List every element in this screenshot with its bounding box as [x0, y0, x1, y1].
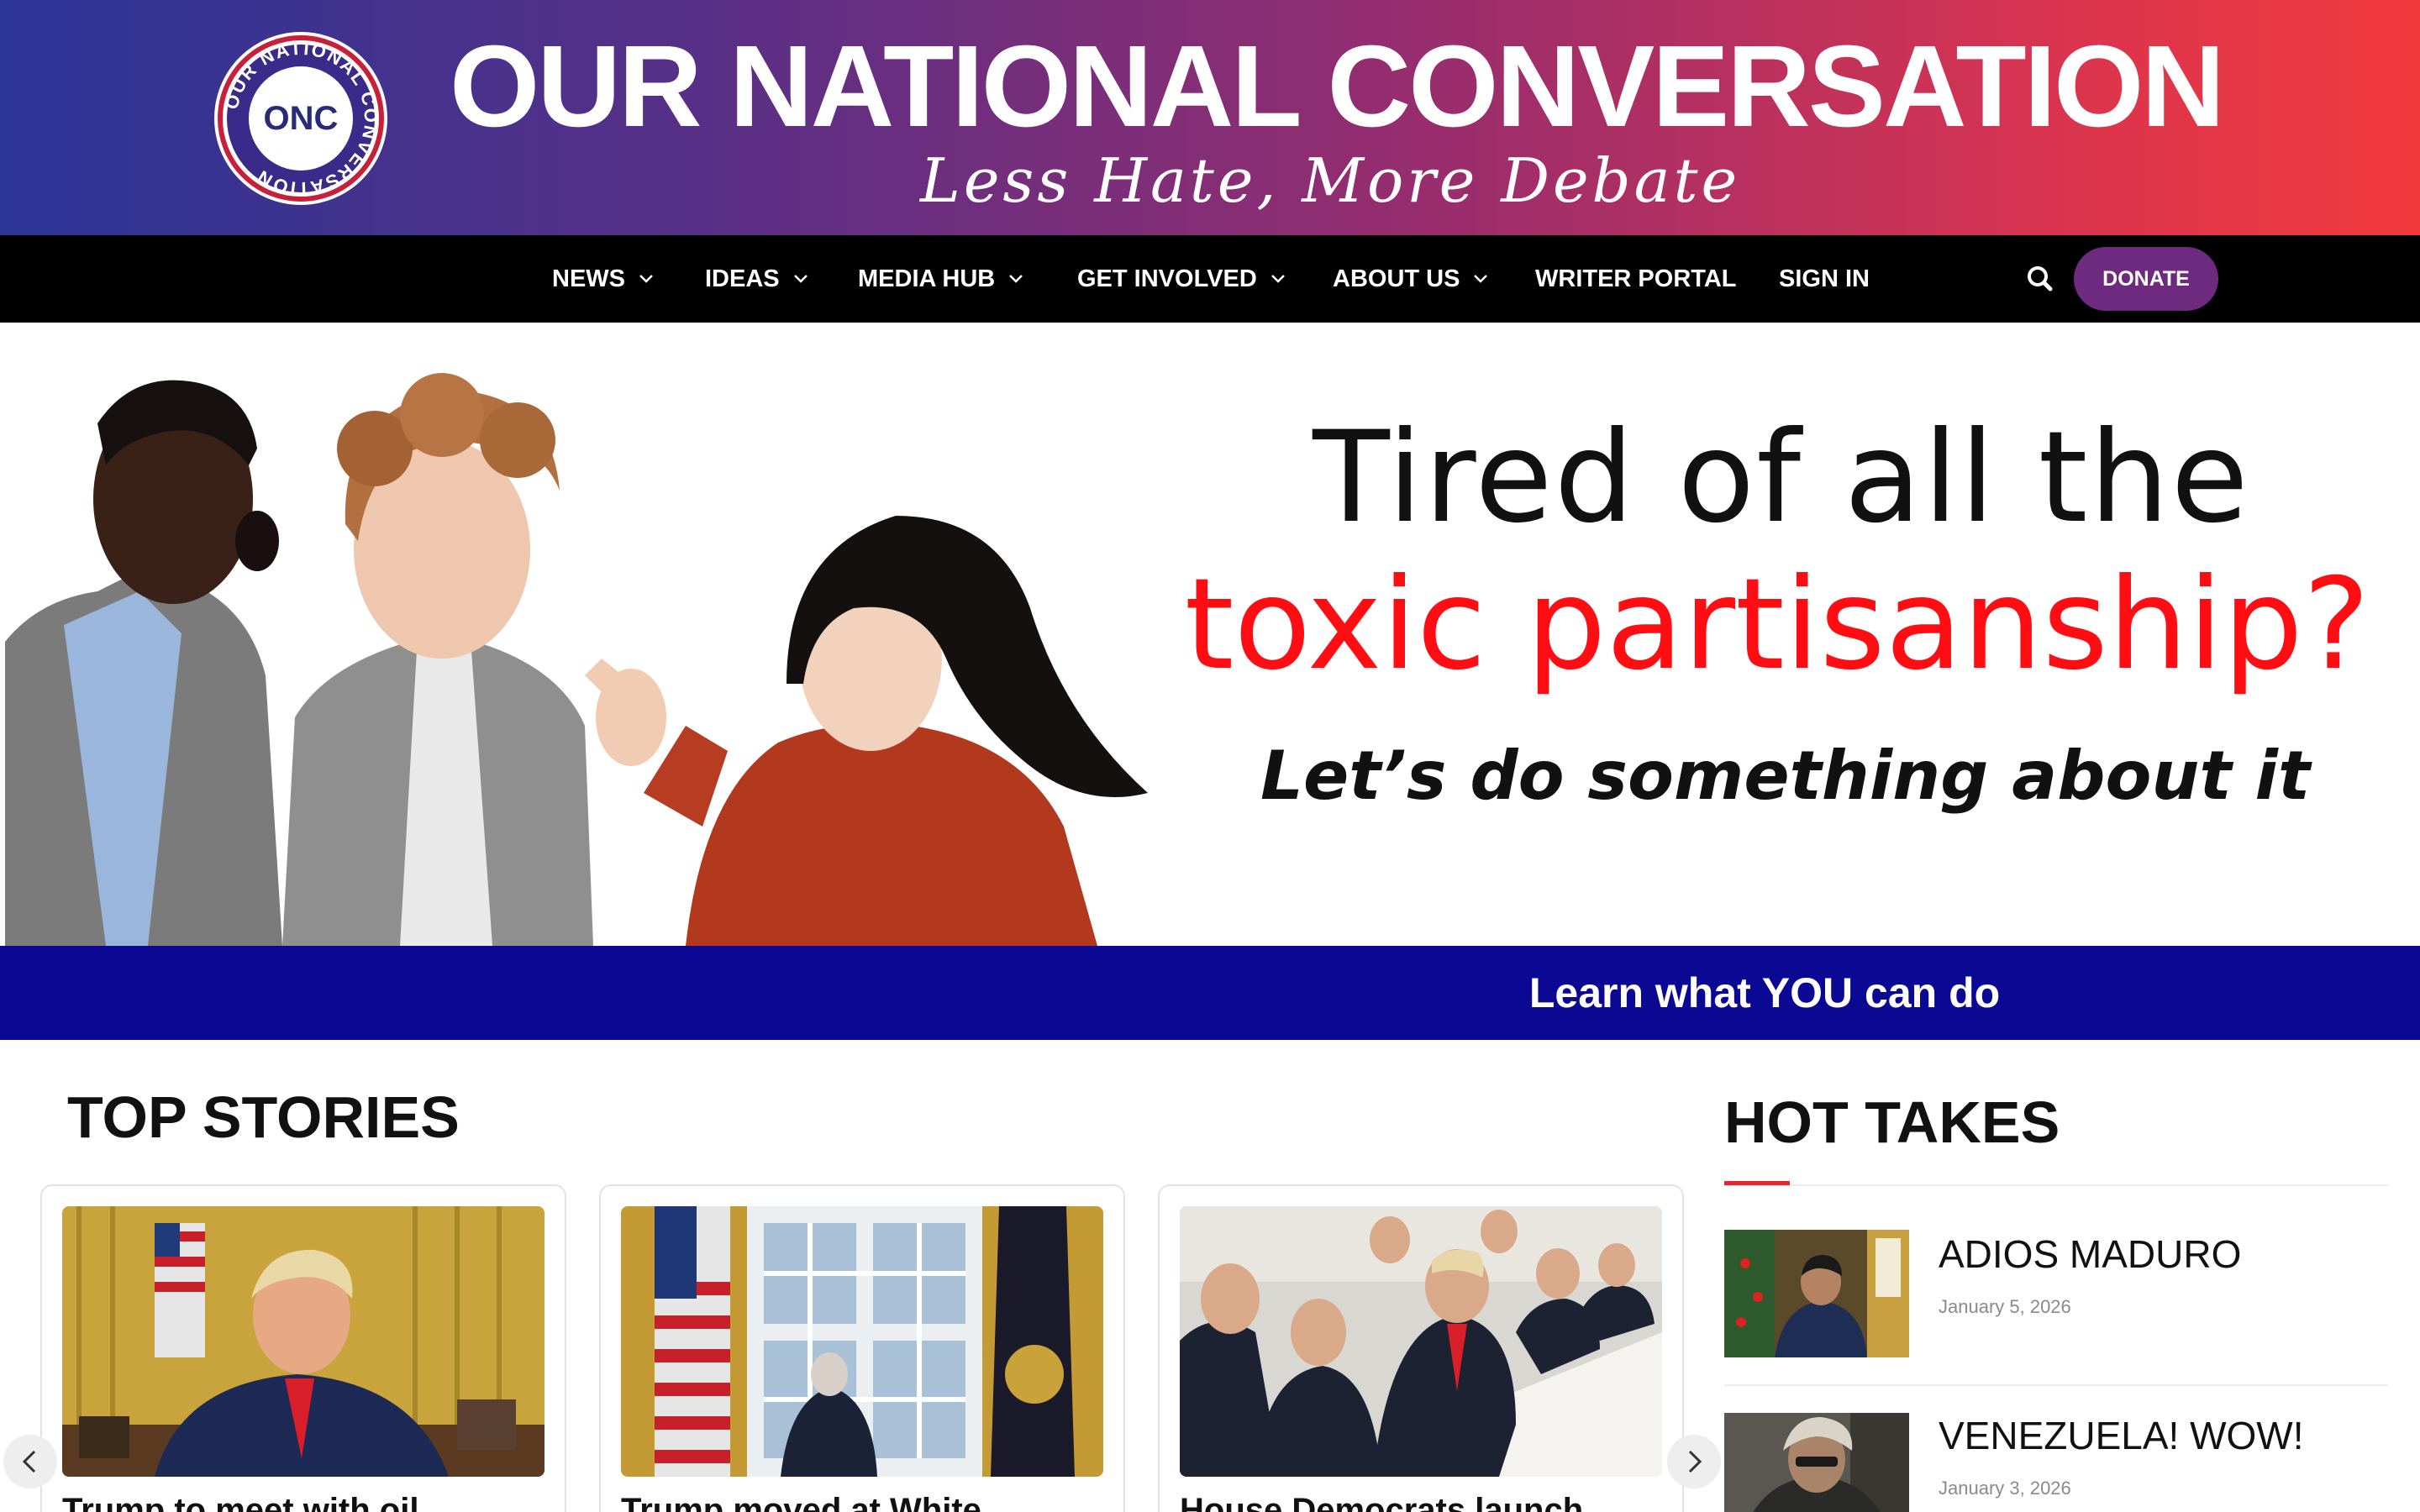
top-stories-heading: TOP STORIES [67, 1084, 460, 1150]
story-image [62, 1206, 544, 1477]
nav-item-ideas[interactable]: IDEAS [705, 235, 808, 323]
story-title[interactable]: Trump moved at White [621, 1490, 1103, 1512]
hero-banner[interactable]: Tired of all the toxic partisanship? Let… [0, 323, 2420, 946]
chevron-down-icon [639, 275, 653, 283]
hot-takes-accent-bar [1724, 1181, 1790, 1185]
story-image-cabinet-meeting [1180, 1206, 1662, 1477]
hot-take-title[interactable]: ADIOS MADURO [1939, 1231, 2241, 1277]
main-nav: NEWS IDEAS MEDIA HUB GET INVOLVED ABOUT … [0, 235, 2420, 323]
nav-item-label: ABOUT US [1333, 265, 1460, 292]
logo-text: ONC [264, 100, 339, 137]
nav-item-label: NEWS [552, 265, 625, 292]
onc-logo-icon: OUR NATIONAL CONVERSATION ONC [217, 34, 385, 202]
search-button[interactable] [2022, 260, 2059, 297]
hot-takes-heading: HOT TAKES [1724, 1089, 2060, 1155]
hot-take-title[interactable]: VENEZUELA! WOW! [1939, 1413, 2303, 1458]
nav-item-sign-in[interactable]: SIGN IN [1779, 235, 1870, 323]
nav-item-label: SIGN IN [1779, 265, 1870, 292]
chevron-down-icon [1474, 275, 1488, 283]
hot-take-image-maduro [1724, 1230, 1909, 1357]
hot-take-date: January 3, 2026 [1939, 1478, 2071, 1499]
site-tagline: Less Hate, More Debate [920, 145, 1741, 216]
nav-item-about-us[interactable]: ABOUT US [1333, 235, 1488, 323]
learn-more-link[interactable]: Learn what YOU can do [1496, 946, 2033, 1040]
story-title[interactable]: House Democrats launch [1180, 1490, 1662, 1512]
story-image-oval-office [62, 1206, 544, 1477]
story-card[interactable]: Trump to meet with oil [40, 1184, 566, 1512]
donate-button[interactable]: DONATE [2074, 247, 2218, 311]
hot-take-image-venezuela [1724, 1413, 1909, 1512]
chevron-left-icon [22, 1450, 36, 1473]
hot-take-thumbnail[interactable] [1724, 1230, 1909, 1357]
nav-item-get-involved[interactable]: GET INVOLVED [1077, 235, 1286, 323]
cta-strip: Learn what YOU can do [0, 946, 2420, 1040]
carousel-next-button[interactable] [1667, 1435, 1721, 1488]
nav-item-label: IDEAS [705, 265, 780, 292]
chevron-down-icon [793, 275, 808, 283]
chevron-right-icon [1688, 1450, 1702, 1473]
story-card[interactable]: House Democrats launch [1158, 1184, 1684, 1512]
nav-item-label: GET INVOLVED [1077, 265, 1257, 292]
nav-item-media-hub[interactable]: MEDIA HUB [858, 235, 1023, 323]
site-header: OUR NATIONAL CONVERSATION ONC OUR NATION… [0, 0, 2420, 235]
story-card[interactable]: Trump moved at White [599, 1184, 1125, 1512]
nav-item-label: MEDIA HUB [858, 265, 996, 292]
carousel-prev-button[interactable] [3, 1435, 57, 1488]
site-logo[interactable]: OUR NATIONAL CONVERSATION ONC [214, 32, 387, 205]
story-image [621, 1206, 1103, 1477]
hero-headline-accent: toxic partisanship? [1184, 552, 2370, 698]
hero-subheadline: Let’s do something about it [1260, 737, 2311, 815]
chevron-down-icon [1009, 275, 1023, 283]
nav-item-writer-portal[interactable]: WRITER PORTAL [1535, 235, 1737, 323]
hot-takes-divider [1724, 1184, 2388, 1186]
story-image-white-house-window [621, 1206, 1103, 1477]
hero-people-image [5, 373, 1148, 946]
hot-take-divider [1724, 1384, 2388, 1386]
hot-take-thumbnail[interactable] [1724, 1413, 1909, 1512]
story-image [1180, 1206, 1662, 1477]
story-title[interactable]: Trump to meet with oil [62, 1490, 544, 1512]
site-title: OUR NATIONAL CONVERSATION [450, 22, 2225, 151]
hero-headline: Tired of all the [1313, 405, 2250, 551]
nav-item-news[interactable]: NEWS [552, 235, 654, 323]
nav-item-label: WRITER PORTAL [1535, 265, 1737, 292]
hot-take-date: January 5, 2026 [1939, 1296, 2071, 1317]
search-icon [2028, 266, 2053, 291]
chevron-down-icon [1270, 275, 1285, 283]
